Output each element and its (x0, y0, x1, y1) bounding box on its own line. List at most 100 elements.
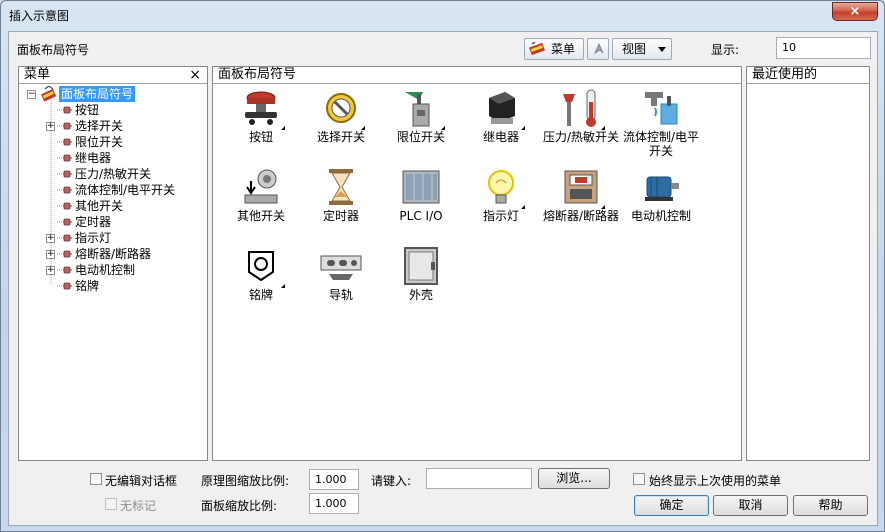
menu-panel-close-icon[interactable]: × (189, 67, 201, 83)
symbol-tile[interactable]: 继电器 (461, 88, 541, 144)
tree-node-icon (57, 122, 72, 130)
tree-item-expander[interactable]: + (46, 234, 55, 243)
symbol-label: 电动机控制 (630, 209, 691, 223)
tree-item[interactable]: 铭牌 (19, 278, 207, 294)
tree-item-expander[interactable]: + (46, 250, 55, 259)
submenu-indicator-icon (601, 205, 605, 209)
tree-item-label: 流体控制/电平开关 (75, 183, 176, 197)
tree-item-label: 指示灯 (75, 231, 112, 245)
symbol-tile[interactable]: 指示灯 (461, 167, 541, 223)
menu-panel-header: 菜单 × (19, 67, 207, 84)
tree-item[interactable]: 继电器 (19, 150, 207, 166)
symbol-label: 导轨 (328, 288, 353, 302)
back-arrow-icon (594, 43, 604, 54)
no-edit-dialog-checkbox[interactable] (90, 473, 102, 485)
pressure-temperature-switch-icon (563, 89, 596, 127)
symbol-label: 指示灯 (482, 209, 519, 223)
symbol-tile[interactable]: 熔断器/断路器 (541, 167, 621, 223)
tree-item-label: 压力/热敏开关 (75, 167, 152, 181)
symbol-label: 其他开关 (236, 209, 285, 223)
menu-icon (529, 42, 545, 56)
tree-item-expander[interactable]: + (46, 266, 55, 275)
tree-item[interactable]: 限位开关 (19, 134, 207, 150)
tree-node-icon (57, 234, 72, 242)
tree-item[interactable]: 其他开关 (19, 198, 207, 214)
help-button[interactable]: 帮助 (793, 495, 868, 516)
ok-button[interactable]: 确定 (634, 495, 709, 516)
symbol-label: 外壳 (408, 288, 433, 302)
menu-button-label: 菜单 (551, 42, 576, 56)
push-button-icon (245, 91, 277, 125)
display-label: 显示: (711, 43, 740, 57)
display-count-input[interactable]: 10 (776, 37, 871, 59)
enter-input[interactable] (426, 468, 532, 489)
symbol-tile[interactable]: 导轨 (301, 246, 381, 302)
tree-item-label: 按钮 (75, 103, 100, 117)
tree-item-label: 电动机控制 (75, 263, 136, 277)
tree-item[interactable]: + 指示灯 (19, 230, 207, 246)
enclosure-icon (404, 247, 438, 285)
always-show-last-menu-checkbox[interactable] (633, 473, 645, 485)
window-close-button[interactable]: × (832, 2, 878, 21)
tree-item-label: 限位开关 (75, 135, 124, 149)
tree-node-icon (57, 154, 72, 162)
symbols-grid: 按钮 选择开关 限位开关 继电器 压力/热敏开关 流体控制/电平开关其他开关 定时器 PLC … (213, 85, 741, 460)
always-show-last-menu-label: 始终显示上次使用的菜单 (649, 474, 782, 488)
tree-item-label: 定时器 (75, 215, 112, 229)
section-label: 面板布局符号 (17, 43, 90, 57)
symbol-label: 继电器 (482, 130, 519, 144)
tree-item-label: 其他开关 (75, 199, 124, 213)
schematic-scale-input[interactable]: 1.000 (309, 469, 359, 490)
root-expander[interactable]: − (27, 90, 36, 99)
nameplate-icon (248, 251, 274, 282)
symbol-tile[interactable]: 电动机控制 (621, 167, 701, 223)
relay-icon (489, 92, 515, 124)
submenu-indicator-icon (281, 126, 285, 130)
tree-item-expander[interactable]: + (46, 122, 55, 131)
cancel-button[interactable]: 取消 (713, 495, 788, 516)
tree-node-icon (57, 218, 72, 226)
view-dropdown-button[interactable]: 视图 (612, 38, 672, 60)
symbol-tile[interactable]: 压力/热敏开关 (541, 88, 621, 144)
symbol-tile[interactable]: PLC I/O (381, 167, 461, 223)
dialog-window: 插入示意图 × 面板布局符号 菜单 视图 显示: 10 菜单 × − 面板布局符… (0, 0, 885, 532)
menu-toggle-button[interactable]: 菜单 (524, 38, 584, 60)
submenu-indicator-icon (521, 126, 525, 130)
tree-node-icon (57, 186, 72, 194)
tree-item[interactable]: + 选择开关 (19, 118, 207, 134)
symbol-tile[interactable]: 流体控制/电平开关 (621, 88, 701, 158)
tree-item[interactable]: 定时器 (19, 214, 207, 230)
symbol-tile[interactable]: 选择开关 (301, 88, 381, 144)
symbol-label: PLC I/O (399, 209, 443, 223)
tree-node-icon (57, 138, 72, 146)
symbol-tile[interactable]: 铭牌 (221, 246, 301, 302)
no-tag-checkbox (105, 498, 117, 510)
symbol-label: 铭牌 (248, 288, 273, 302)
symbol-label: 按钮 (248, 130, 273, 144)
tree-item[interactable]: + 电动机控制 (19, 262, 207, 278)
symbol-tile[interactable]: 外壳 (381, 246, 461, 302)
submenu-indicator-icon (521, 205, 525, 209)
tree-item[interactable]: + 熔断器/断路器 (19, 246, 207, 262)
title-bar[interactable]: 插入示意图 × (1, 1, 884, 31)
tree-node-icon (57, 250, 72, 258)
symbols-panel-header: 面板布局符号 (213, 67, 741, 84)
tree-item[interactable]: 按钮 (19, 102, 207, 118)
tree-item[interactable]: 流体控制/电平开关 (19, 182, 207, 198)
symbol-tile[interactable]: 其他开关 (221, 167, 301, 223)
motor-control-icon (645, 176, 679, 201)
symbol-tile[interactable]: 按钮 (221, 88, 301, 144)
recent-panel: 最近使用的 (746, 66, 870, 461)
panel-scale-input[interactable]: 1.000 (309, 493, 359, 514)
symbol-label: 限位开关 (396, 130, 445, 144)
symbol-tile[interactable]: 限位开关 (381, 88, 461, 144)
symbol-label: 定时器 (322, 209, 359, 223)
menu-tree-panel: 菜单 × − 面板布局符号 按钮 + 选择开关 限位开关 继电器 压力/热敏开关流体控制/… (18, 66, 208, 461)
back-button[interactable] (587, 38, 609, 60)
tree-root-item[interactable]: 面板布局符号 (59, 86, 136, 102)
selector-switch-icon (326, 93, 356, 123)
browse-button[interactable]: 浏览... (538, 468, 610, 489)
panel-layout-icon (41, 86, 57, 102)
tree-item[interactable]: 压力/热敏开关 (19, 166, 207, 182)
symbol-tile[interactable]: 定时器 (301, 167, 381, 223)
